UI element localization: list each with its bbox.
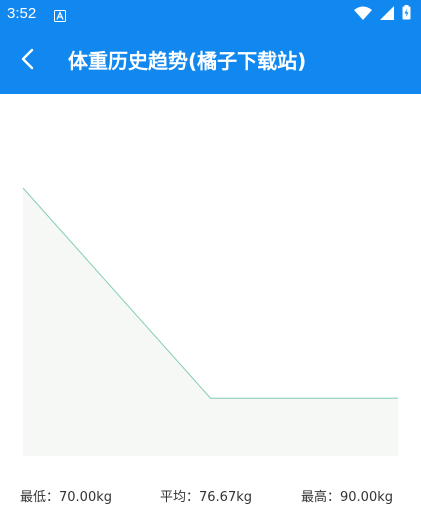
weight-area-fill <box>23 188 398 456</box>
weight-trend-chart-svg <box>22 187 399 456</box>
stat-max-weight: 最高：90.00kg <box>301 490 393 505</box>
status-time: 3:52 <box>7 5 37 22</box>
status-icons <box>354 4 411 24</box>
signal-icon <box>380 5 394 24</box>
stats-row: 最低：70.00kg 平均：76.67kg 最高：90.00kg <box>0 484 421 506</box>
wifi-icon <box>354 5 372 24</box>
notification-a-icon <box>54 7 66 22</box>
back-button[interactable] <box>12 45 44 77</box>
stat-min-weight: 最低：70.00kg <box>20 490 112 505</box>
status-bar: 3:52 <box>0 0 421 28</box>
stat-average-weight: 平均：76.67kg <box>160 490 252 505</box>
app-bar: 体重历史趋势(橘子下载站) <box>0 28 421 94</box>
chevron-left-icon <box>20 48 36 74</box>
weight-trend-chart <box>0 94 421 474</box>
page-title: 体重历史趋势(橘子下载站) <box>68 49 307 73</box>
battery-charging-icon <box>402 4 411 24</box>
